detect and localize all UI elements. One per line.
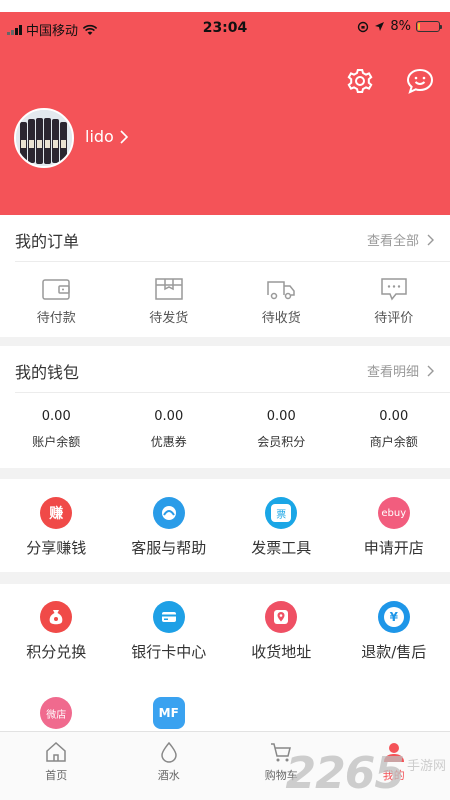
view-all-orders-link[interactable]: 查看全部 xyxy=(367,230,434,249)
divider xyxy=(15,392,450,393)
chevron-right-icon xyxy=(427,234,434,245)
status-bar: 中国移动 23:04 8% xyxy=(0,12,450,42)
refund-aftersale-button[interactable]: ¥ 退款/售后 xyxy=(338,601,450,662)
wallet-header: 我的钱包 查看明细 xyxy=(0,346,450,392)
micro-store-button[interactable]: 微店 xyxy=(0,697,113,729)
truck-icon xyxy=(267,281,295,300)
location-icon xyxy=(375,22,385,31)
divider xyxy=(15,261,450,262)
comment-icon xyxy=(381,278,407,301)
service-label: 退款/售后 xyxy=(361,643,427,661)
open-store-button[interactable]: ebuy 申请开店 xyxy=(338,497,450,558)
tab-label: 酒水 xyxy=(157,769,180,782)
bank-card-icon xyxy=(152,601,185,633)
view-all-label: 查看全部 xyxy=(366,234,419,249)
service-label: 客服与帮助 xyxy=(131,539,207,557)
home-icon xyxy=(46,741,66,762)
wallet-icon xyxy=(42,279,70,300)
share-earn-button[interactable]: 赚 分享赚钱 xyxy=(0,497,113,558)
tab-home[interactable]: 首页 xyxy=(0,732,113,800)
order-pending-review[interactable]: 待评价 xyxy=(338,277,450,326)
gear-icon[interactable] xyxy=(346,67,374,95)
order-label: 待评价 xyxy=(374,311,414,326)
order-label: 待发货 xyxy=(149,311,189,326)
services-section-2: 积分兑换 银行卡中心 收货地址 ¥ 退款/售后 微店 MF xyxy=(0,584,450,731)
services-section-1: 赚 分享赚钱 客服与帮助 票 发票工具 ebuy 申请开店 xyxy=(0,479,450,572)
wallet-section: 我的钱包 查看明细 0.00 账户余额 0.00 优惠券 0.00 会员积分 0… xyxy=(0,346,450,468)
orientation-lock-icon xyxy=(358,21,369,32)
order-pending-payment[interactable]: 待付款 xyxy=(0,277,113,326)
shipping-address-button[interactable]: 收货地址 xyxy=(225,601,338,662)
bank-card-center-button[interactable]: 银行卡中心 xyxy=(113,601,226,662)
service-label: 银行卡中心 xyxy=(131,643,207,661)
battery-percent: 8% xyxy=(390,19,411,34)
service-label: 积分兑换 xyxy=(26,643,87,661)
profile-header xyxy=(0,12,450,215)
username: lido xyxy=(85,127,114,146)
order-pending-receipt[interactable]: 待收货 xyxy=(225,277,338,326)
invoice-icon-text: 票 xyxy=(271,504,292,522)
orders-title: 我的订单 xyxy=(15,232,80,251)
mf-icon: MF xyxy=(152,697,185,729)
wallet-title: 我的钱包 xyxy=(15,363,80,382)
view-details-label: 查看明细 xyxy=(366,365,419,380)
tab-drinks[interactable]: 酒水 xyxy=(113,732,226,800)
orders-header: 我的订单 查看全部 xyxy=(0,215,450,261)
wallet-value: 0.00 xyxy=(379,409,409,424)
wallet-member-points[interactable]: 0.00 会员积分 xyxy=(225,409,338,450)
service-label: 申请开店 xyxy=(363,539,424,557)
watermark-number: 2265 xyxy=(285,748,405,799)
wallet-value: 0.00 xyxy=(41,409,71,424)
service-label: 收货地址 xyxy=(251,643,312,661)
location-pin-icon xyxy=(265,601,298,633)
wallet-value: 0.00 xyxy=(154,409,184,424)
invoice-tool-button[interactable]: 票 发票工具 xyxy=(225,497,338,558)
battery-icon xyxy=(416,21,442,32)
micro-store-icon: 微店 xyxy=(40,697,73,729)
view-details-link[interactable]: 查看明细 xyxy=(367,361,434,380)
refund-icon: ¥ xyxy=(377,601,410,633)
service-label: 分享赚钱 xyxy=(26,539,87,557)
avatar[interactable] xyxy=(14,108,74,168)
service-label: 发票工具 xyxy=(251,539,312,557)
order-pending-shipment[interactable]: 待发货 xyxy=(113,277,226,326)
chat-smile-icon[interactable] xyxy=(406,67,434,95)
orders-section: 我的订单 查看全部 待付款 待发货 待收货 待评价 xyxy=(0,215,450,337)
invoice-icon: 票 xyxy=(265,497,298,529)
wine-bottles-image xyxy=(16,110,72,166)
money-bag-icon xyxy=(40,601,73,633)
watermark: 2265 手游网 xyxy=(286,752,446,796)
tab-label: 首页 xyxy=(45,769,68,782)
wallet-label: 会员积分 xyxy=(257,435,306,449)
wallet-label: 商户余额 xyxy=(369,435,418,449)
refund-icon-text: ¥ xyxy=(383,607,404,627)
username-link[interactable]: lido xyxy=(85,127,128,146)
chevron-right-icon xyxy=(120,129,128,144)
earn-icon: 赚 xyxy=(40,497,73,529)
top-strip xyxy=(0,0,450,12)
points-exchange-button[interactable]: 积分兑换 xyxy=(0,601,113,662)
box-icon xyxy=(155,278,183,300)
ebuy-icon: ebuy xyxy=(377,497,410,529)
drop-icon xyxy=(160,741,177,763)
order-label: 待收货 xyxy=(261,311,301,326)
watermark-text: 手游网 xyxy=(406,759,446,774)
wallet-coupons[interactable]: 0.00 优惠券 xyxy=(113,409,226,450)
wallet-value: 0.00 xyxy=(266,409,296,424)
wallet-account-balance[interactable]: 0.00 账户余额 xyxy=(0,409,113,450)
chevron-right-icon xyxy=(427,365,434,376)
wallet-merchant-balance[interactable]: 0.00 商户余额 xyxy=(338,409,450,450)
wallet-label: 优惠券 xyxy=(150,435,187,449)
order-label: 待付款 xyxy=(36,311,76,326)
mf-button[interactable]: MF xyxy=(113,697,226,729)
customer-service-button[interactable]: 客服与帮助 xyxy=(113,497,226,558)
wallet-label: 账户余额 xyxy=(32,435,81,449)
support-icon xyxy=(152,497,185,529)
